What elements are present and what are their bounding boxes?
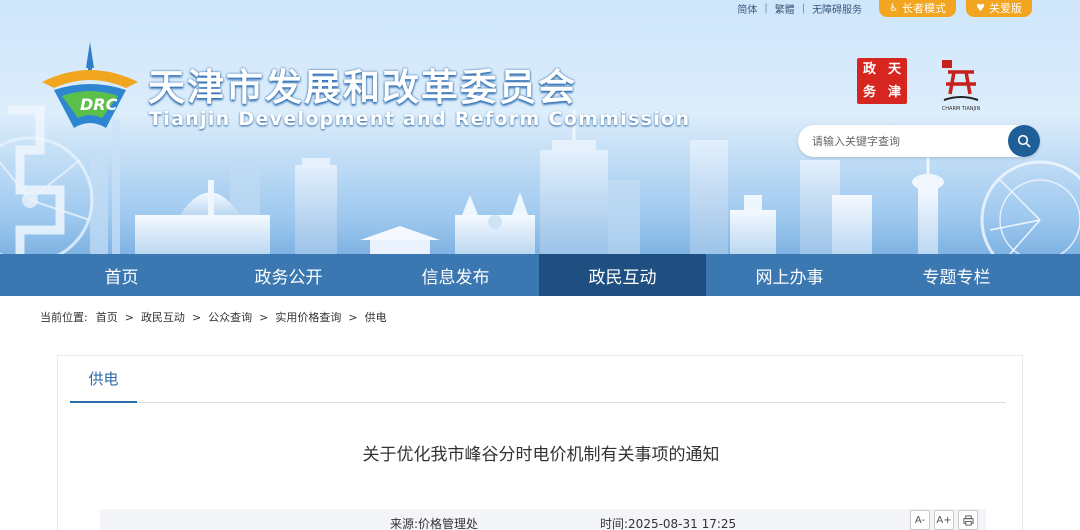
search-button[interactable] <box>1008 125 1040 157</box>
badge-char: 政 <box>862 62 876 77</box>
logo-text: DRC <box>80 95 118 114</box>
badge-char: 津 <box>887 85 901 100</box>
breadcrumb-separator: > <box>191 310 202 324</box>
nav-item-news-release[interactable]: 信息发布 <box>372 254 539 296</box>
breadcrumb-lead: 当前位置: <box>40 311 88 324</box>
charm-tianjin-logo-icon[interactable]: CHARM TIANJIN <box>940 58 982 112</box>
article-meta-bar: 来源:价格管理处 时间:2025-08-31 17:25 A- A+ <box>100 509 986 530</box>
breadcrumb-public-interaction[interactable]: 政民互动 <box>141 309 185 325</box>
breadcrumb-home[interactable]: 首页 <box>96 309 118 325</box>
heart-icon: ♥ <box>976 2 985 14</box>
elder-mode-label: 长者模式 <box>902 2 947 15</box>
article-source: 来源:价格管理处 <box>390 517 479 530</box>
breadcrumb-power-supply[interactable]: 供电 <box>365 309 387 325</box>
main-nav: 首页 政务公开 信息发布 政民互动 网上办事 专题专栏 <box>0 254 1080 296</box>
category-tab-bar: 供电 <box>70 356 1006 403</box>
badge-char: 务 <box>862 85 876 100</box>
search-box <box>798 125 1040 157</box>
charm-tianjin-caption: CHARM TIANJIN <box>942 106 981 112</box>
breadcrumb-separator: > <box>348 310 358 324</box>
breadcrumb: 当前位置: 首页 > 政民互动 > 公众查询 > 实用价格查询 > 供电 <box>40 309 387 325</box>
elder-mode-button[interactable]: ♿ 长者模式 <box>879 0 957 17</box>
breadcrumb-separator: > <box>259 310 269 324</box>
site-title: 天津市发展和改革委员会 <box>148 66 577 109</box>
nav-item-online-services[interactable]: 网上办事 <box>706 254 873 296</box>
breadcrumb-public-query[interactable]: 公众查询 <box>208 309 252 325</box>
accessibility-link[interactable]: 无障碍服务 <box>805 1 869 16</box>
print-button[interactable] <box>958 510 978 530</box>
nav-item-government-affairs[interactable]: 政务公开 <box>205 254 372 296</box>
print-icon <box>962 514 974 526</box>
tab-power-supply[interactable]: 供电 <box>70 356 137 403</box>
breadcrumb-price-query[interactable]: 实用价格查询 <box>275 309 341 325</box>
content-panel: 供电 关于优化我市峰谷分时电价机制有关事项的通知 来源:价格管理处 时间:202… <box>57 355 1023 530</box>
nav-item-public-interaction[interactable]: 政民互动 <box>539 254 706 296</box>
utility-bar: 简体 | 繁體 | 无障碍服务 ♿ 长者模式 ♥ 关爱版 <box>730 0 1032 17</box>
nav-item-home[interactable]: 首页 <box>38 254 205 296</box>
care-mode-button[interactable]: ♥ 关爱版 <box>966 0 1032 17</box>
search-icon <box>1017 134 1031 148</box>
tianjin-gov-badge[interactable]: 政 天 务 津 <box>857 58 907 104</box>
site-title-english: Tianjin Development and Reform Commissio… <box>149 108 691 130</box>
breadcrumb-separator: > <box>124 310 134 324</box>
font-decrease-button[interactable]: A- <box>910 510 930 530</box>
simplified-chinese-link[interactable]: 简体 <box>730 1 764 16</box>
traditional-chinese-link[interactable]: 繁體 <box>768 1 802 16</box>
article-time: 时间:2025-08-31 17:25 <box>600 517 737 530</box>
badge-char: 天 <box>887 62 901 77</box>
nav-item-special-topics[interactable]: 专题专栏 <box>873 254 1040 296</box>
article-tools: A- A+ <box>910 510 978 530</box>
article-title: 关于优化我市峰谷分时电价机制有关事项的通知 <box>362 445 720 465</box>
drc-logo-icon[interactable]: DRC <box>40 38 140 134</box>
header-banner: 简体 | 繁體 | 无障碍服务 ♿ 长者模式 ♥ 关爱版 DRC 天津市发展和改… <box>0 0 1080 254</box>
care-mode-label: 关爱版 <box>989 2 1022 15</box>
search-input[interactable] <box>798 125 1008 157</box>
font-increase-button[interactable]: A+ <box>934 510 954 530</box>
elder-icon: ♿ <box>889 2 899 14</box>
